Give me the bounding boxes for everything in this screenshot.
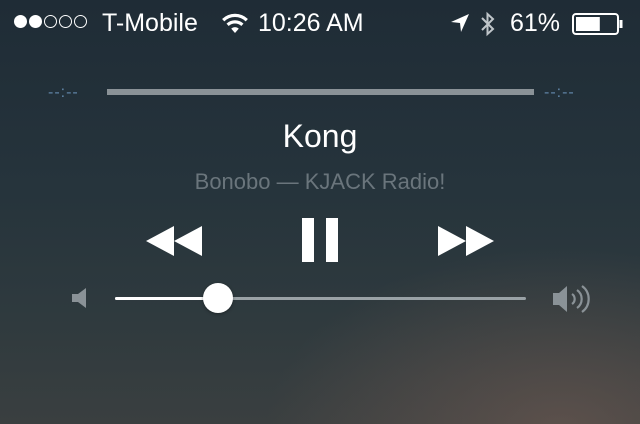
pause-icon [302,218,338,262]
wifi-icon [222,13,248,33]
fast-forward-button[interactable] [436,222,496,260]
playback-scrubber[interactable] [107,89,534,95]
signal-dot [74,15,87,28]
elapsed-time: --:-- [48,84,79,101]
location-arrow-icon [451,14,469,32]
rewind-button[interactable] [144,222,204,260]
volume-slider-thumb[interactable] [202,283,233,313]
signal-dot [59,15,72,28]
volume-min-icon [72,288,86,308]
signal-dot [29,15,42,28]
bluetooth-icon [481,11,495,37]
battery-percentage: 61% [510,9,561,37]
signal-dots-icon [14,15,87,28]
status-bar: T-Mobile 10:26 AM 61% [0,0,640,46]
signal-dot [14,15,27,28]
battery-icon [572,13,623,35]
volume-max-icon [553,285,590,313]
volume-slider[interactable] [115,283,526,313]
clock: 10:26 AM [258,9,364,37]
song-title: Kong [282,118,358,154]
carrier-name: T-Mobile [102,9,198,37]
pause-button[interactable] [298,216,342,264]
signal-dot [44,15,57,28]
rewind-icon [146,226,202,256]
fast-forward-icon [438,226,494,256]
remaining-time: --:-- [544,84,575,101]
artist-station-subtitle: Bonobo — KJACK Radio! [194,169,446,194]
